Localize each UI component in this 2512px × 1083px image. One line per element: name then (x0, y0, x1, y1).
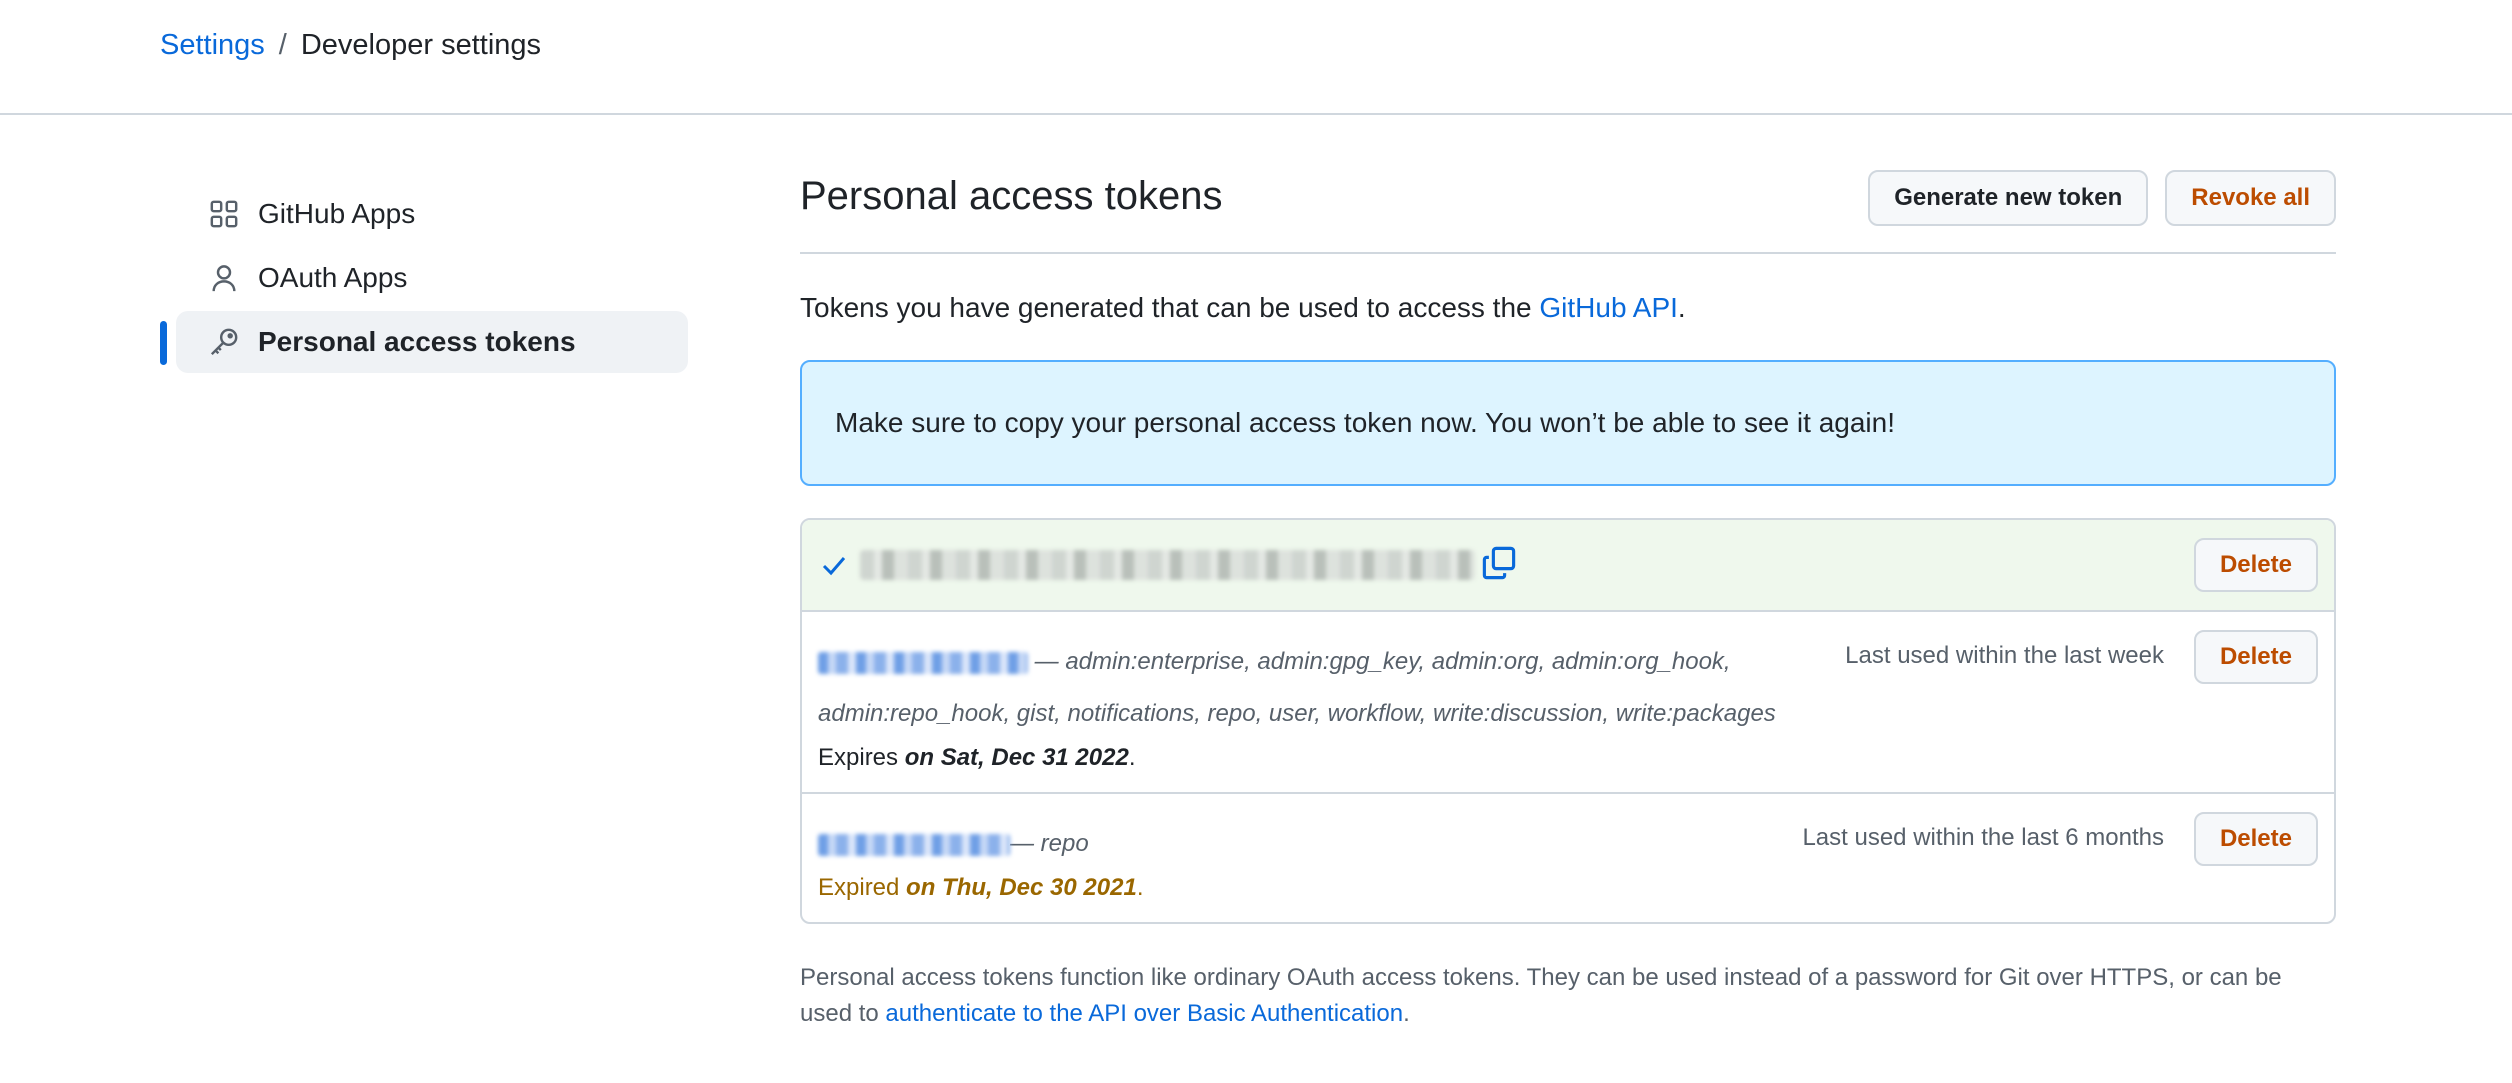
check-icon (822, 557, 846, 576)
new-token-row: Delete (802, 520, 2334, 612)
copy-token-flash: Make sure to copy your personal access t… (800, 360, 2336, 486)
footnote-end: . (1403, 1000, 1410, 1027)
token-expiry-date: on Thu, Dec 30 2021 (906, 874, 1137, 901)
sidebar-item-personal-access-tokens[interactable]: Personal access tokens (160, 311, 688, 373)
sidebar-item-label: GitHub Apps (258, 198, 416, 229)
token-description: — repo (818, 818, 1778, 870)
footnote: Personal access tokens function like ord… (800, 960, 2336, 1032)
main-content: Personal access tokens Generate new toke… (800, 170, 2336, 1032)
token-description: — admin:enterprise, admin:gpg_key, admin… (818, 636, 1778, 740)
person-icon (208, 262, 240, 294)
breadcrumb-settings-link[interactable]: Settings (160, 29, 265, 62)
token-last-used: Last used within the last week (1845, 642, 2164, 669)
token-row: — admin:enterprise, admin:gpg_key, admin… (802, 612, 2334, 794)
sidebar-item-oauth-apps[interactable]: OAuth Apps (176, 247, 688, 309)
token-expiry: Expires on Sat, Dec 31 2022. (818, 744, 2318, 772)
sidebar-nav: GitHub Apps OAuth Apps Personal access t… (160, 183, 688, 375)
revoke-all-button[interactable]: Revoke all (2165, 170, 2336, 226)
breadcrumb-separator: / (278, 29, 287, 61)
token-last-used: Last used within the last 6 months (1802, 824, 2164, 851)
delete-token-button[interactable]: Delete (2193, 630, 2318, 684)
token-name-link[interactable] (818, 833, 1010, 856)
apps-grid-icon (208, 198, 240, 230)
token-expiry-date: on Sat, Dec 31 2022 (904, 744, 1129, 771)
sidebar-item-github-apps[interactable]: GitHub Apps (176, 183, 688, 245)
copy-icon[interactable] (1481, 545, 1517, 581)
sidebar-item-label: OAuth Apps (258, 262, 408, 293)
basic-auth-link[interactable]: authenticate to the API over Basic Authe… (885, 1000, 1403, 1027)
token-expiry-suffix: . (1128, 744, 1136, 771)
token-expiry-suffix: . (1136, 874, 1144, 901)
active-indicator (160, 321, 167, 365)
token-expiry-prefix: Expired (818, 874, 907, 901)
delete-token-button[interactable]: Delete (2193, 538, 2318, 592)
github-api-link[interactable]: GitHub API (1539, 292, 1678, 323)
token-row: — repo Expired on Thu, Dec 30 2021. Last… (802, 794, 2334, 922)
key-icon (208, 326, 240, 358)
new-token-value[interactable] (860, 550, 1475, 580)
intro-text-body: Tokens you have generated that can be us… (800, 292, 1540, 323)
token-name-link[interactable] (818, 651, 1028, 674)
breadcrumb: Settings / Developer settings (160, 29, 541, 62)
page-header: Personal access tokens Generate new toke… (800, 170, 2336, 254)
delete-token-button[interactable]: Delete (2193, 812, 2318, 866)
flash-message: Make sure to copy your personal access t… (835, 407, 1895, 438)
token-expiry-prefix: Expires (818, 744, 905, 771)
intro-text-end: . (1677, 292, 1686, 323)
breadcrumb-current: Developer settings (300, 29, 542, 61)
top-bar: Settings / Developer settings (0, 0, 2512, 115)
token-scopes: — repo (1010, 830, 1089, 857)
header-actions: Generate new token Revoke all (1868, 170, 2336, 226)
token-list: Delete — admin:enterprise, admin:gpg_key… (800, 518, 2336, 924)
token-expiry: Expired on Thu, Dec 30 2021. (818, 874, 2318, 902)
sidebar-item-label: Personal access tokens (258, 326, 576, 357)
generate-new-token-button[interactable]: Generate new token (1868, 170, 2149, 226)
page-title: Personal access tokens (800, 174, 1223, 218)
intro-text: Tokens you have generated that can be us… (800, 292, 2336, 324)
